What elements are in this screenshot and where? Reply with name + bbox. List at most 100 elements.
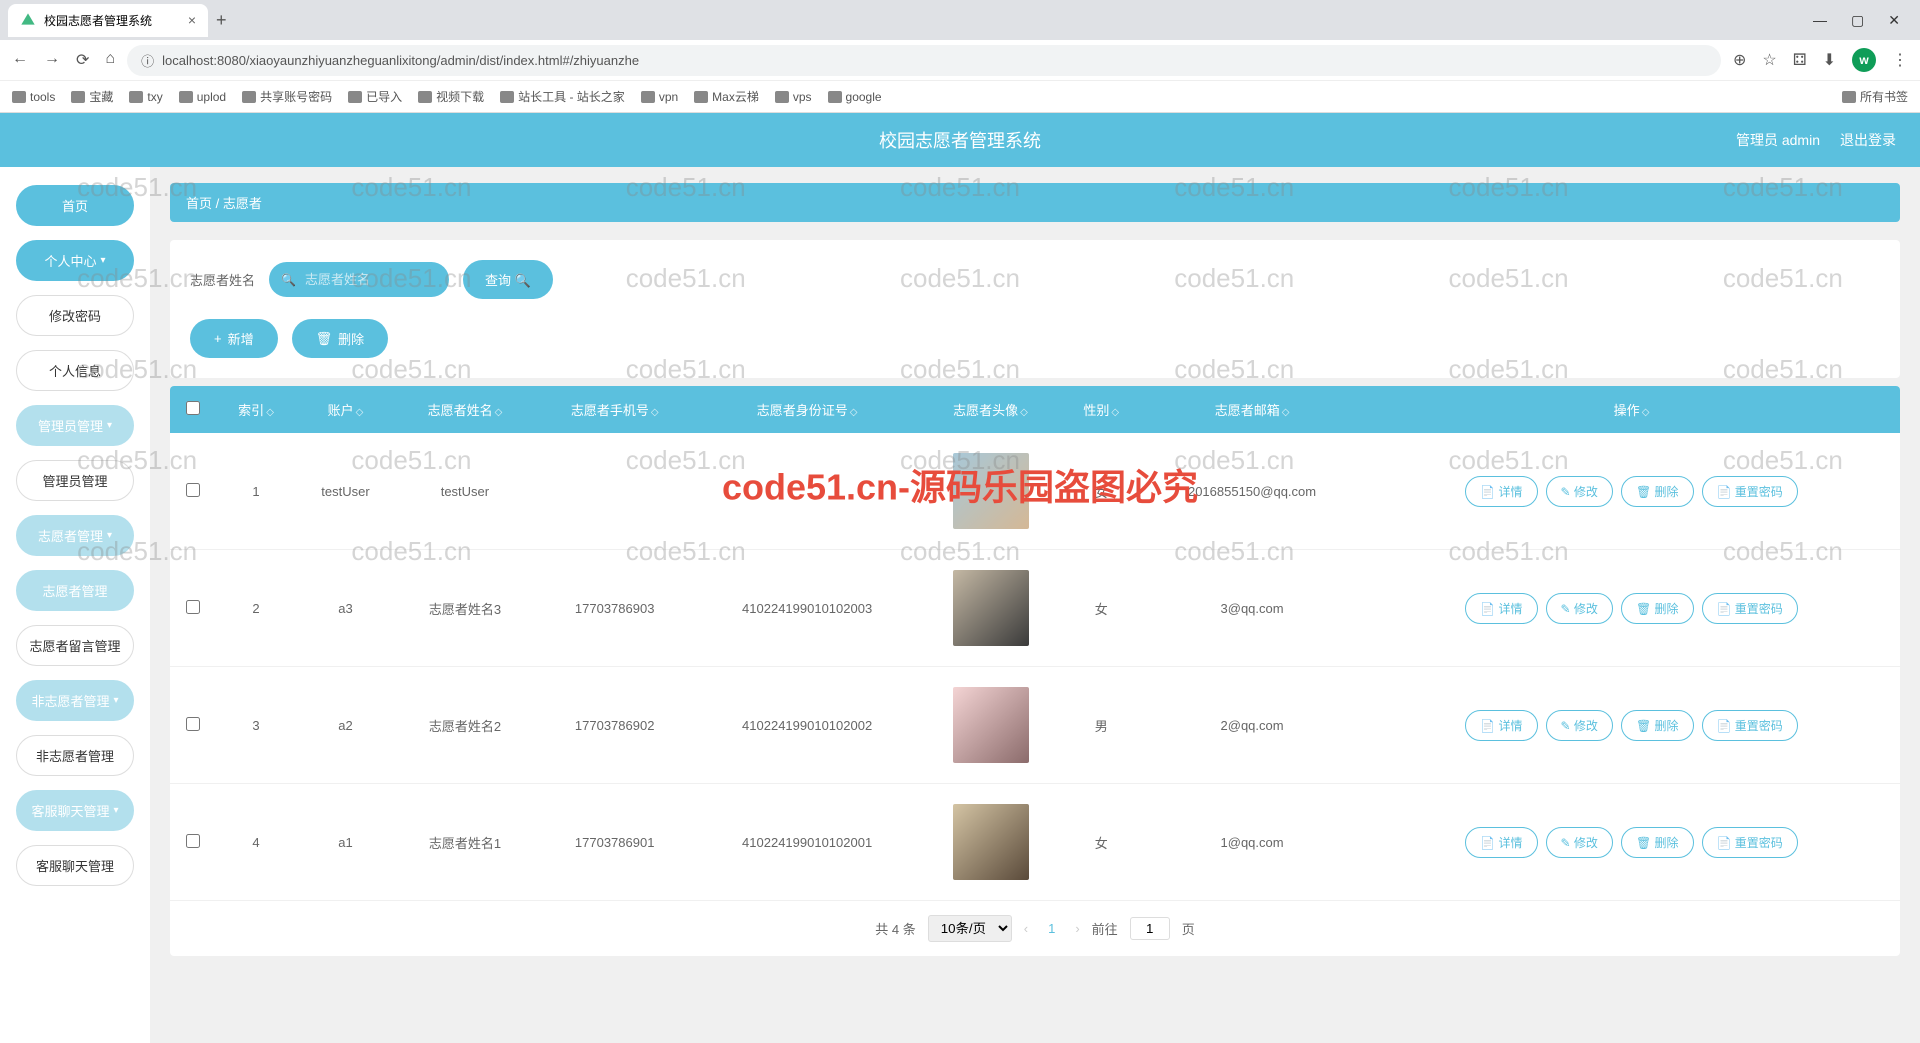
translate-icon[interactable]: ⊕ xyxy=(1733,50,1746,70)
menu-icon[interactable]: ⋮ xyxy=(1892,50,1908,70)
table-header[interactable]: 志愿者姓名◇ xyxy=(395,386,535,433)
row-checkbox[interactable] xyxy=(186,717,200,731)
bookmark-item[interactable]: vps xyxy=(775,88,812,105)
table-header[interactable]: 索引◇ xyxy=(216,386,296,433)
breadcrumb-home[interactable]: 首页 xyxy=(186,196,212,211)
add-button[interactable]: + 新增 xyxy=(190,319,278,358)
delete-button[interactable]: 🗑 删除 xyxy=(292,319,389,358)
select-all-checkbox[interactable] xyxy=(186,401,200,415)
bookmark-item[interactable]: uplod xyxy=(179,88,226,105)
detail-button[interactable]: 📄 详情 xyxy=(1465,593,1537,624)
next-page-icon[interactable]: › xyxy=(1075,921,1079,936)
back-icon[interactable]: ← xyxy=(12,50,28,70)
row-delete-button[interactable]: 🗑 删除 xyxy=(1621,710,1694,741)
bookmark-star-icon[interactable]: ☆ xyxy=(1762,50,1776,70)
bookmark-item[interactable]: google xyxy=(828,88,882,105)
sidebar-item[interactable]: 首页 xyxy=(16,185,134,226)
site-info-icon[interactable]: ⓘ xyxy=(141,51,154,70)
sort-icon: ◇ xyxy=(1282,407,1290,418)
sidebar-item[interactable]: 管理员管理 xyxy=(16,460,134,501)
query-button[interactable]: 查询 🔍 xyxy=(463,260,553,299)
detail-button[interactable]: 📄 详情 xyxy=(1465,476,1537,507)
table-header[interactable]: 志愿者邮箱◇ xyxy=(1141,386,1363,433)
avatar-image xyxy=(953,453,1029,529)
bookmark-item[interactable]: 视频下载 xyxy=(418,88,484,105)
cell-phone: 17703786901 xyxy=(535,784,695,901)
bookmark-item[interactable]: tools xyxy=(12,88,55,105)
table-header[interactable]: 操作◇ xyxy=(1363,386,1900,433)
table-header[interactable]: 志愿者手机号◇ xyxy=(535,386,695,433)
all-bookmarks[interactable]: 所有书签 xyxy=(1842,88,1908,105)
sort-icon: ◇ xyxy=(651,407,659,418)
admin-label[interactable]: 管理员 admin xyxy=(1736,130,1820,150)
reload-icon[interactable]: ⟳ xyxy=(76,50,89,70)
table-header[interactable]: 账户◇ xyxy=(296,386,395,433)
folder-icon xyxy=(500,91,514,103)
bookmark-item[interactable]: Max云梯 xyxy=(694,88,759,105)
forward-icon[interactable]: → xyxy=(44,50,60,70)
search-input[interactable] xyxy=(269,262,449,297)
sidebar-item[interactable]: 管理员管理▾ xyxy=(16,405,134,446)
sidebar-item[interactable]: 客服聊天管理 xyxy=(16,845,134,886)
cell-email: 2@qq.com xyxy=(1141,667,1363,784)
sidebar-item[interactable]: 志愿者管理▾ xyxy=(16,515,134,556)
row-delete-button[interactable]: 🗑 删除 xyxy=(1621,827,1694,858)
edit-button[interactable]: ✎ 修改 xyxy=(1546,710,1613,741)
row-checkbox[interactable] xyxy=(186,483,200,497)
new-tab-button[interactable]: + xyxy=(216,10,227,31)
cell-email: 3@qq.com xyxy=(1141,550,1363,667)
prev-page-icon[interactable]: ‹ xyxy=(1024,921,1028,936)
url-text: localhost:8080/xiaoyaunzhiyuanzheguanlix… xyxy=(162,53,639,68)
cell-account: a2 xyxy=(296,667,395,784)
close-tab-icon[interactable]: × xyxy=(188,12,196,28)
sidebar-item[interactable]: 志愿者留言管理 xyxy=(16,625,134,666)
page-number[interactable]: 1 xyxy=(1040,917,1063,940)
table-header[interactable]: 志愿者头像◇ xyxy=(920,386,1062,433)
edit-button[interactable]: ✎ 修改 xyxy=(1546,827,1613,858)
row-delete-button[interactable]: 🗑 删除 xyxy=(1621,476,1694,507)
table-header[interactable]: 性别◇ xyxy=(1061,386,1141,433)
sidebar-item[interactable]: 客服聊天管理▾ xyxy=(16,790,134,831)
row-checkbox[interactable] xyxy=(186,834,200,848)
reset-pwd-button[interactable]: 📄 重置密码 xyxy=(1702,710,1798,741)
home-icon[interactable]: ⌂ xyxy=(105,50,115,70)
minimize-icon[interactable]: — xyxy=(1813,12,1827,29)
logout-link[interactable]: 退出登录 xyxy=(1840,130,1896,150)
folder-icon xyxy=(179,91,193,103)
browser-tab[interactable]: 校园志愿者管理系统 × xyxy=(8,4,208,37)
sidebar-item[interactable]: 非志愿者管理▾ xyxy=(16,680,134,721)
bookmark-item[interactable]: 宝藏 xyxy=(71,88,113,105)
profile-avatar[interactable]: w xyxy=(1852,48,1876,72)
reset-pwd-button[interactable]: 📄 重置密码 xyxy=(1702,476,1798,507)
sidebar-item[interactable]: 非志愿者管理 xyxy=(16,735,134,776)
row-checkbox[interactable] xyxy=(186,600,200,614)
app-body: 首页个人中心▾修改密码个人信息管理员管理▾管理员管理志愿者管理▾志愿者管理志愿者… xyxy=(0,167,1920,1043)
download-icon[interactable]: ⬇ xyxy=(1823,50,1836,70)
edit-button[interactable]: ✎ 修改 xyxy=(1546,476,1613,507)
bookmark-item[interactable]: txy xyxy=(129,88,162,105)
reset-pwd-button[interactable]: 📄 重置密码 xyxy=(1702,593,1798,624)
maximize-icon[interactable]: ▢ xyxy=(1851,12,1864,29)
page-size-select[interactable]: 10条/页 xyxy=(928,915,1012,942)
detail-button[interactable]: 📄 详情 xyxy=(1465,827,1537,858)
sidebar-item[interactable]: 修改密码 xyxy=(16,295,134,336)
extensions-icon[interactable]: ⚃ xyxy=(1793,50,1807,70)
bookmark-item[interactable]: vpn xyxy=(641,88,678,105)
bookmark-item[interactable]: 站长工具 - 站长之家 xyxy=(500,88,625,105)
reset-pwd-button[interactable]: 📄 重置密码 xyxy=(1702,827,1798,858)
goto-page-input[interactable] xyxy=(1130,917,1170,940)
sidebar-item[interactable]: 个人中心▾ xyxy=(16,240,134,281)
edit-button[interactable]: ✎ 修改 xyxy=(1546,593,1613,624)
bookmark-item[interactable]: 已导入 xyxy=(348,88,402,105)
url-input[interactable]: ⓘ localhost:8080/xiaoyaunzhiyuanzheguanl… xyxy=(127,45,1721,76)
row-delete-button[interactable]: 🗑 删除 xyxy=(1621,593,1694,624)
chevron-down-icon: ▾ xyxy=(107,530,112,541)
detail-button[interactable]: 📄 详情 xyxy=(1465,710,1537,741)
window-controls: — ▢ ✕ xyxy=(1813,12,1912,29)
sidebar-item[interactable]: 个人信息 xyxy=(16,350,134,391)
close-window-icon[interactable]: ✕ xyxy=(1888,12,1900,29)
avatar-image xyxy=(953,687,1029,763)
table-header[interactable]: 志愿者身份证号◇ xyxy=(695,386,920,433)
sidebar-item[interactable]: 志愿者管理 xyxy=(16,570,134,611)
bookmark-item[interactable]: 共享账号密码 xyxy=(242,88,332,105)
